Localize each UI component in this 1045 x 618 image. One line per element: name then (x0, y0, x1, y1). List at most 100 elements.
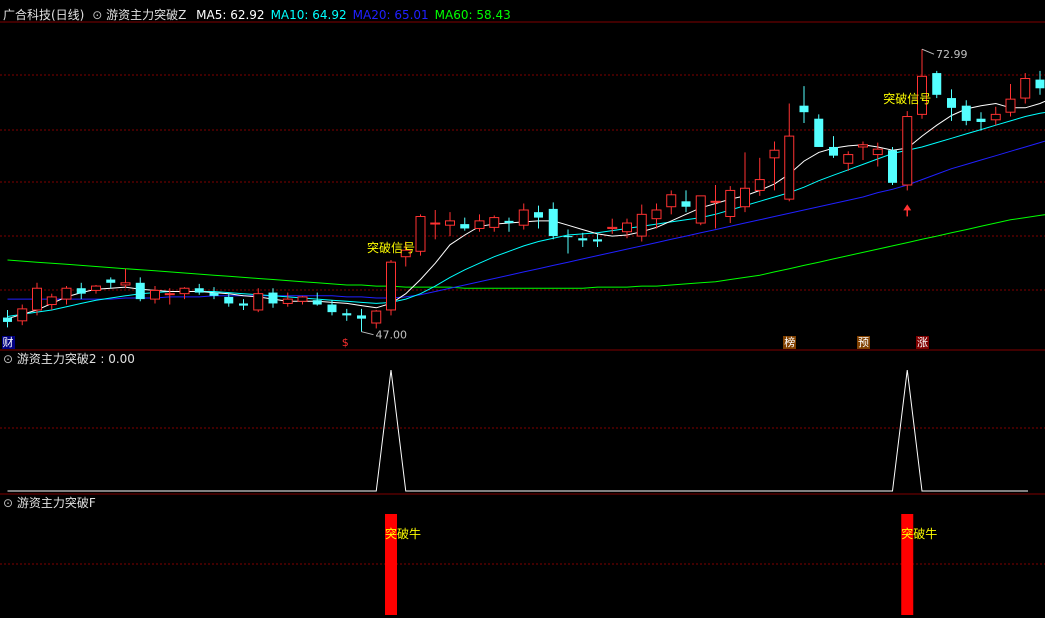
candle-body-down (799, 105, 809, 113)
candle-body-up (784, 135, 795, 200)
candle-body-down (3, 317, 12, 322)
candle-body-down (76, 288, 86, 294)
candle-body-down (106, 279, 116, 283)
candle-body-up (430, 222, 441, 225)
candle-body-up (1005, 98, 1016, 113)
candle-body-up (164, 293, 175, 296)
candle-body-up (902, 116, 913, 186)
candle-body-up (622, 222, 632, 233)
candle-body-up (120, 282, 131, 286)
candle-body-up (651, 209, 662, 220)
high-marker-line (921, 48, 935, 55)
ma-legend-item: MA60: 58.43 (434, 8, 511, 22)
panel3-title: 游资主力突破F (16, 496, 96, 510)
candle-body-down (829, 146, 838, 156)
candle-body-down (312, 300, 322, 305)
candle-body-up (179, 287, 190, 295)
candle-body-down (1035, 79, 1045, 89)
panel3-toggle-icon[interactable]: ⊙ (3, 496, 13, 510)
candle-body-down (888, 150, 897, 183)
candle-body-down (135, 282, 145, 300)
candle-body-up (282, 298, 293, 304)
candle-body-up (769, 149, 780, 159)
candle-body-up (636, 213, 647, 237)
candle-body-down (268, 292, 278, 304)
candle-body-down (976, 118, 986, 122)
panel2-toggle-icon[interactable]: ⊙ (3, 352, 13, 366)
stock-title: 广合科技(日线) (3, 8, 85, 22)
candle-body-down (224, 296, 234, 304)
candle-body-down (342, 313, 352, 316)
candle-body-down (357, 315, 366, 319)
panel3-bar-label: 突破牛 (901, 526, 937, 541)
candle-body-down (460, 224, 470, 229)
candle-body-down (327, 304, 337, 313)
candle-body-up (489, 217, 500, 228)
indicator-name: 游资主力突破Z (106, 8, 187, 22)
candle-body-up (518, 209, 529, 226)
candle-body-up (474, 220, 485, 229)
candle-body-up (754, 179, 765, 191)
panel3-header: ⊙ 游资主力突破F (3, 496, 96, 510)
main-panel-header: 广合科技(日线) ⊙ 游资主力突破Z MA5: 62.92 MA10: 64.92… (3, 8, 511, 22)
indicator-toggle-icon[interactable]: ⊙ (92, 8, 102, 22)
panel2-signal-line (7, 369, 1028, 492)
panel3-bar-label: 突破牛 (385, 526, 421, 541)
candle-body-up (386, 261, 396, 311)
candle-body-up (32, 287, 42, 311)
candle-body-down (239, 303, 248, 306)
candle-body-down (578, 238, 588, 241)
candle-body-down (534, 212, 543, 218)
candle-body-down (961, 105, 971, 121)
candle-body-up (695, 195, 706, 224)
candle-body-up (445, 220, 455, 226)
candle-body-up (61, 287, 72, 300)
high-price-label: 72.99 (936, 48, 968, 61)
event-marker[interactable]: 财 (1, 336, 15, 349)
candle-body-up (91, 285, 101, 291)
candle-body-down (814, 118, 824, 147)
candle-body-up (17, 308, 28, 322)
candle-body-up (725, 189, 736, 218)
candle-body-up (297, 296, 308, 302)
candle-body-up (710, 200, 721, 203)
candle-body-up (46, 296, 57, 306)
candle-body-down (504, 220, 514, 224)
breakout-signal-label: 突破信号 (367, 240, 415, 255)
low-price-label: 47.00 (376, 329, 408, 342)
candle-body-down (548, 208, 558, 237)
candle-body-down (932, 73, 942, 95)
event-marker[interactable]: 预 (857, 336, 870, 349)
low-marker-line (361, 331, 374, 336)
candle-body-up (843, 154, 854, 164)
ma-legend: MA5: 62.92 MA10: 64.92 MA20: 65.01 MA60: 58… (190, 8, 511, 22)
candle-body-up (872, 148, 883, 156)
candle-body-up (858, 144, 868, 148)
panel2-title: 游资主力突破2 : 0.00 (16, 352, 135, 366)
up-arrow-head (903, 204, 912, 211)
event-marker[interactable]: 涨 (916, 336, 929, 349)
candle-body-up (1020, 78, 1031, 99)
breakout-signal-label: 突破信号 (883, 91, 931, 106)
candle-body-up (253, 293, 264, 311)
candle-body-up (607, 226, 618, 229)
ma-legend-item: MA10: 64.92 (270, 8, 347, 22)
candle-body-down (947, 98, 956, 108)
ma-legend-item: MA5: 62.92 (196, 8, 265, 22)
event-marker[interactable]: 榜 (783, 336, 797, 349)
candle-body-up (740, 187, 750, 208)
stock-chart-window[interactable]: 72.99 47.00 突破信号 突破信号 突破牛 突破牛 广合科技(日线) ⊙ 游资主力… (0, 0, 1045, 618)
candle-body-down (681, 201, 691, 207)
candle-body-up (415, 216, 426, 252)
chart-canvas[interactable]: 72.9947.00突破信号突破信号突破牛 突破牛 (0, 0, 1045, 618)
candle-body-down (563, 236, 573, 238)
panel2-header: ⊙ 游资主力突破2 : 0.00 (3, 352, 135, 366)
candle-body-down (593, 239, 602, 242)
event-marker[interactable]: $ (340, 336, 350, 349)
candle-body-down (209, 292, 219, 296)
ma-legend-item: MA20: 65.01 (352, 8, 429, 22)
candle-body-down (194, 288, 204, 293)
candle-body-up (150, 289, 160, 300)
candle-body-up (990, 113, 1001, 121)
candle-body-up (666, 194, 677, 208)
